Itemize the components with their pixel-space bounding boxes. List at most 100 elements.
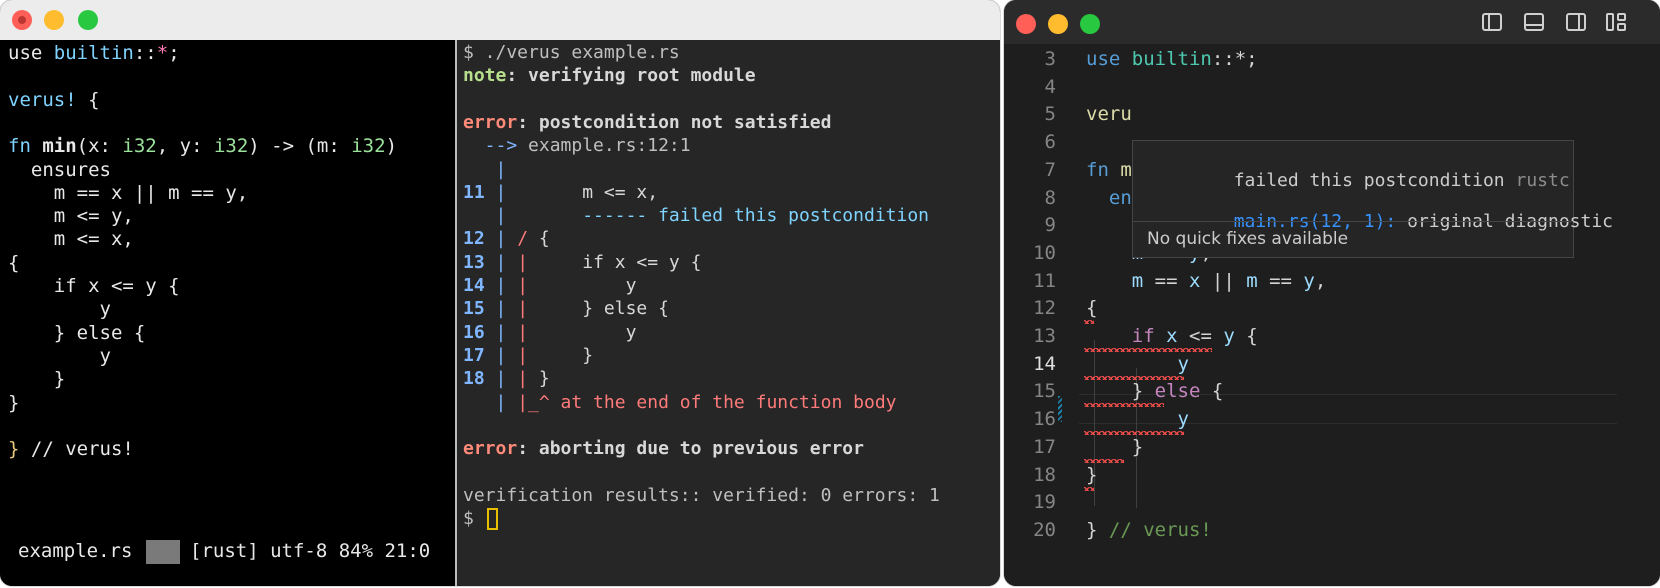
code-token: , y: [156, 135, 214, 158]
line-number: 20 [1033, 518, 1056, 541]
code-token: | [484, 344, 507, 366]
code-token: } [1086, 463, 1098, 486]
code-token: } else { [8, 321, 146, 344]
code-token: i32 [122, 135, 157, 158]
title-bar [1004, 0, 1660, 45]
terminal-output-pane[interactable]: $ ./verus example.rs note: verifying root… [457, 40, 1000, 586]
code-token: // verus! [19, 438, 134, 461]
code-token: y [8, 298, 111, 321]
code-token: , [1314, 269, 1327, 292]
error-squiggle [1084, 486, 1094, 491]
terminal-output-line: 18 | | } [463, 368, 550, 389]
vim-code-line: y [8, 298, 111, 320]
code-token: { [1200, 380, 1224, 403]
code-token: m <= y, [8, 205, 134, 228]
terminal-cursor [487, 508, 498, 530]
code-token: verus! [8, 88, 77, 111]
editor-code-line: y [1086, 408, 1189, 430]
diagnostic-hover-popup[interactable]: failed this postcondition rustc main.rs(… [1132, 140, 1613, 258]
line-number: 16 [1033, 408, 1056, 431]
vim-code-line: } // verus! [8, 438, 134, 460]
customize-layout-icon[interactable] [1606, 13, 1626, 31]
line-number: 7 [1044, 158, 1056, 181]
code-token: 11 [463, 181, 485, 203]
code-token: ------ failed this postcondition [506, 205, 929, 227]
code-token: y [1223, 325, 1235, 347]
code-token: } [8, 368, 66, 391]
line-number: 10 [1033, 241, 1056, 264]
quick-fix-status[interactable]: No quick fixes available [1147, 229, 1348, 249]
terminal-output-line: error: postcondition not satisfied [463, 112, 831, 133]
code-token: | [484, 368, 507, 390]
terminal-output-line: error: aborting due to previous error [463, 438, 864, 459]
code-token: | [463, 158, 507, 180]
zoom-window-button[interactable] [1080, 14, 1100, 34]
toggle-primary-sidebar-icon[interactable] [1482, 13, 1502, 31]
code-token: == [1257, 269, 1304, 292]
code-token: | [463, 205, 507, 227]
code-token: ; [168, 42, 180, 64]
code-token: { [1234, 325, 1258, 347]
code-token: { [76, 88, 100, 111]
code-token: | [484, 251, 507, 273]
code-token: if [1131, 325, 1155, 347]
code-token: :: [133, 42, 157, 64]
code-token: | [506, 344, 539, 366]
editor-code-line: veru [1086, 103, 1132, 125]
error-squiggle [1084, 348, 1212, 352]
status-file-info: [rust] utf-8 84% 21:0 [190, 540, 431, 562]
code-token: || [1200, 269, 1247, 292]
vim-code-line: } else { [8, 321, 146, 344]
code-token: i32 [351, 135, 386, 158]
code-token: $ ./verus example.rs [463, 42, 680, 63]
code-token: y [538, 321, 637, 343]
code-token: use [1086, 48, 1132, 70]
line-number: 14 [1033, 352, 1056, 375]
editor-code-line: m == x || m == y, [1086, 269, 1327, 292]
vim-code-line: m == x || m == y, [8, 182, 248, 204]
code-token: | [506, 368, 539, 390]
code-token: } [1086, 380, 1155, 403]
line-number: 12 [1033, 297, 1056, 320]
line-number: 4 [1044, 75, 1056, 98]
terminal-output-line: $ [463, 508, 485, 529]
code-token: use [8, 42, 54, 64]
terminal-output-line: 13 | | if x <= y { [463, 252, 701, 273]
code-token: | [484, 275, 507, 296]
minimize-window-button[interactable] [44, 10, 64, 30]
terminal-output-line: 12 | / { [463, 228, 550, 249]
close-window-button[interactable] [12, 10, 32, 30]
zoom-window-button[interactable] [78, 10, 98, 30]
code-token: y [1177, 408, 1189, 431]
vim-code-line: } [8, 368, 65, 390]
code-token: } [1086, 435, 1144, 458]
code-token: 15 [463, 298, 485, 320]
code-token: } else { [538, 298, 669, 320]
code-editor[interactable]: 3 4 5 6 7 8 9 10 11 12 13 14 15 16 17 18 19 20 use builti… [1004, 44, 1660, 586]
code-token: { [8, 251, 20, 274]
status-filename: example.rs [18, 540, 133, 562]
minimize-window-button[interactable] [1048, 14, 1068, 34]
editor-code-line: } [1086, 464, 1097, 486]
code-token: (x: [76, 135, 123, 158]
vim-editor-pane[interactable]: use builtin::*; verus! {fn min(x: i32, y:… [0, 40, 455, 586]
code-token: } [8, 391, 20, 414]
vim-code-line: verus! { [8, 89, 100, 111]
code-token: fn [1086, 158, 1121, 181]
code-token: } [8, 438, 20, 461]
modified-line-indicator [1058, 396, 1062, 422]
code-token: builtin [1131, 48, 1212, 70]
code-token: m <= x, [506, 181, 659, 203]
toggle-panel-icon[interactable] [1524, 13, 1544, 31]
hover-source: rustc [1515, 170, 1570, 191]
code-token: error [463, 111, 518, 133]
vscode-window: 3 4 5 6 7 8 9 10 11 12 13 14 15 16 17 18 19 20 use builti… [1004, 0, 1660, 586]
code-token: | [484, 228, 507, 250]
close-window-button[interactable] [1016, 14, 1036, 34]
vim-code-line: if x <= y { [8, 275, 180, 297]
toggle-secondary-sidebar-icon[interactable] [1566, 13, 1586, 31]
code-token: <= [1177, 325, 1224, 347]
